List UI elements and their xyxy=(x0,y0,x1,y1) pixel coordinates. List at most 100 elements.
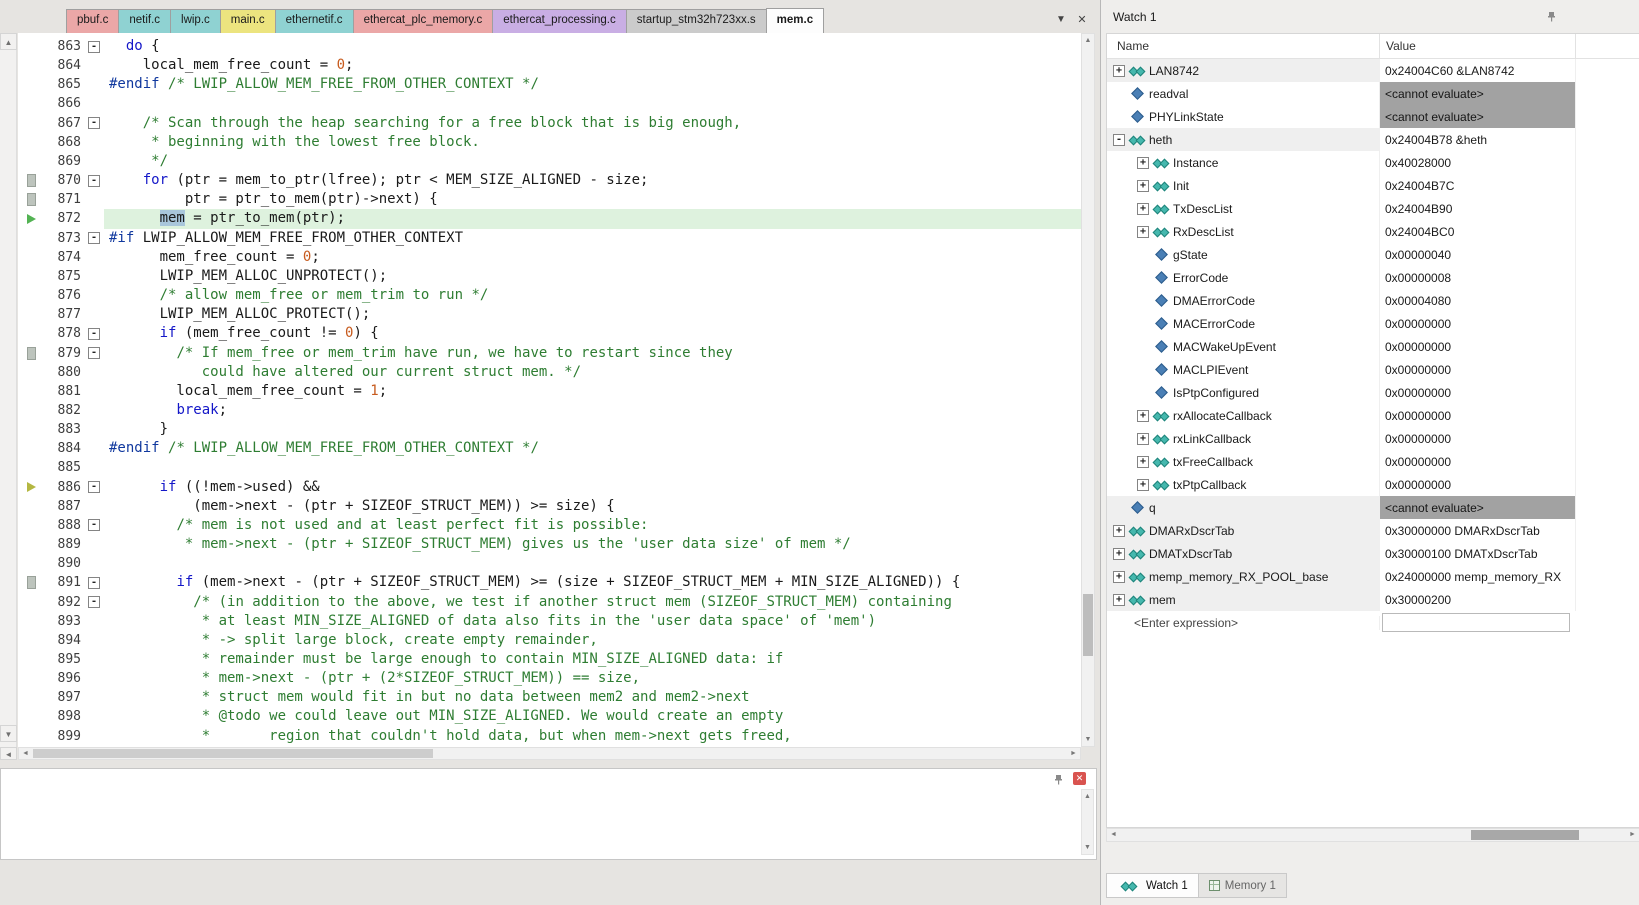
code-text[interactable]: * remainder must be large enough to cont… xyxy=(104,650,1081,669)
code-text[interactable]: * mem->next - (ptr + (2*SIZEOF_STRUCT_ME… xyxy=(104,669,1081,688)
watch-name-cell[interactable]: MACWakeUpEvent xyxy=(1107,335,1380,358)
watch-name-cell[interactable]: + RxDescList xyxy=(1107,220,1380,243)
fold-collapse-icon[interactable]: - xyxy=(88,596,100,609)
fold-collapse-icon[interactable]: - xyxy=(88,347,100,360)
watch-name-cell[interactable]: + Init xyxy=(1107,174,1380,197)
code-line-875[interactable]: 875 LWIP_MEM_ALLOC_UNPROTECT(); xyxy=(18,267,1081,286)
watch-value-cell[interactable]: <cannot evaluate> xyxy=(1380,82,1576,105)
watch-value-cell[interactable]: 0x30000100 DMATxDscrTab xyxy=(1380,542,1576,565)
watch-row-MACLPIEvent[interactable]: MACLPIEvent 0x00000000 xyxy=(1107,358,1639,381)
watch-name-cell[interactable]: q xyxy=(1107,496,1380,519)
code-line-895[interactable]: 895 * remainder must be large enough to … xyxy=(18,650,1081,669)
gutter-cell[interactable] xyxy=(18,94,44,113)
tab-netif-c[interactable]: netif.c xyxy=(118,9,172,33)
code-text[interactable]: LWIP_MEM_ALLOC_UNPROTECT(); xyxy=(104,267,1081,286)
code-text[interactable] xyxy=(104,554,1081,573)
gutter-cell[interactable] xyxy=(18,631,44,650)
expand-icon[interactable]: + xyxy=(1113,64,1125,77)
watch-row-mem[interactable]: + mem 0x30000200 xyxy=(1107,588,1639,611)
gutter-cell[interactable] xyxy=(18,382,44,401)
watch-row-LAN8742[interactable]: + LAN8742 0x24004C60 &LAN8742 xyxy=(1107,59,1639,82)
watch-row-Instance[interactable]: + Instance 0x40028000 xyxy=(1107,151,1639,174)
enter-expression-label[interactable]: <Enter expression> xyxy=(1107,615,1380,630)
scroll-down-icon[interactable]: ▼ xyxy=(1082,733,1094,746)
scroll-down-icon[interactable]: ▼ xyxy=(0,725,17,742)
horizontal-scroll-thumb[interactable] xyxy=(1471,830,1579,840)
scroll-left-icon[interactable]: ◄ xyxy=(0,747,17,760)
watch-row-RxDescList[interactable]: + RxDescList 0x24004BC0 xyxy=(1107,220,1639,243)
gutter-cell[interactable] xyxy=(18,420,44,439)
expand-icon[interactable]: + xyxy=(1113,593,1125,606)
scroll-right-icon[interactable]: ► xyxy=(1067,748,1080,759)
gutter-cell[interactable] xyxy=(18,573,44,592)
code-line-874[interactable]: 874 mem_free_count = 0; xyxy=(18,248,1081,267)
scroll-up-icon[interactable]: ▲ xyxy=(1082,790,1093,803)
watch-value-cell[interactable]: 0x30000200 xyxy=(1380,588,1576,611)
watch-row-DMAErrorCode[interactable]: DMAErrorCode 0x00004080 xyxy=(1107,289,1639,312)
gutter-cell[interactable] xyxy=(18,190,44,209)
watch-row-DMARxDscrTab[interactable]: + DMARxDscrTab 0x30000000 DMARxDscrTab xyxy=(1107,519,1639,542)
watch-value-cell[interactable]: 0x00000000 xyxy=(1380,358,1576,381)
gutter-cell[interactable] xyxy=(18,267,44,286)
watch-value-cell[interactable]: 0x00000000 xyxy=(1380,335,1576,358)
gutter-cell[interactable] xyxy=(18,114,44,133)
code-line-867[interactable]: 867- /* Scan through the heap searching … xyxy=(18,114,1081,133)
code-text[interactable]: #if LWIP_ALLOW_MEM_FREE_FROM_OTHER_CONTE… xyxy=(104,229,1081,248)
watch-value-cell[interactable]: 0x00000000 xyxy=(1380,312,1576,335)
code-text-current-line[interactable]: mem = ptr_to_mem(ptr); xyxy=(104,209,1081,229)
tab-pbuf-c[interactable]: pbuf.c xyxy=(66,9,120,33)
code-line-882[interactable]: 882 break; xyxy=(18,401,1081,420)
gutter-cell[interactable] xyxy=(18,458,44,477)
gutter-cell[interactable] xyxy=(18,344,44,363)
code-text[interactable]: /* (in addition to the above, we test if… xyxy=(104,593,1081,612)
code-line-873[interactable]: 873- #if LWIP_ALLOW_MEM_FREE_FROM_OTHER_C… xyxy=(18,229,1081,248)
gutter-cell[interactable] xyxy=(18,535,44,554)
watch-value-cell[interactable]: 0x40028000 xyxy=(1380,151,1576,174)
code-text[interactable]: * struct mem would fit in but no data be… xyxy=(104,688,1081,707)
code-line-866[interactable]: 866 xyxy=(18,94,1081,113)
expand-icon[interactable]: + xyxy=(1113,524,1125,537)
gutter-cell[interactable] xyxy=(18,401,44,420)
code-text[interactable]: /* Scan through the heap searching for a… xyxy=(104,114,1081,133)
code-text[interactable]: mem_free_count = 0; xyxy=(104,248,1081,267)
watch-name-cell[interactable]: + Instance xyxy=(1107,151,1380,174)
tab-mem-c[interactable]: mem.c xyxy=(765,8,825,33)
gutter-cell[interactable] xyxy=(18,593,44,612)
watch-value-cell[interactable]: 0x00000000 xyxy=(1380,450,1576,473)
watch-row-heth[interactable]: - heth 0x24004B78 &heth xyxy=(1107,128,1639,151)
code-text[interactable]: /* allow mem_free or mem_trim to run */ xyxy=(104,286,1081,305)
horizontal-scroll-thumb[interactable] xyxy=(33,749,433,758)
watch-name-cell[interactable]: + memp_memory_RX_POOL_base xyxy=(1107,565,1380,588)
expand-icon[interactable]: + xyxy=(1137,409,1149,422)
watch-value-cell[interactable]: 0x00000000 xyxy=(1380,381,1576,404)
code-text[interactable] xyxy=(104,458,1081,477)
watch-value-cell[interactable]: 0x00000008 xyxy=(1380,266,1576,289)
scroll-up-icon[interactable]: ▲ xyxy=(1082,34,1094,47)
code-text[interactable]: LWIP_MEM_ALLOC_PROTECT(); xyxy=(104,305,1081,324)
gutter-cell[interactable] xyxy=(18,305,44,324)
code-text[interactable]: } xyxy=(104,420,1081,439)
watch-column-name[interactable]: Name xyxy=(1107,34,1380,58)
code-text[interactable]: could have altered our current struct me… xyxy=(104,363,1081,382)
gutter-cell[interactable] xyxy=(18,324,44,343)
watch-row-txFreeCallback[interactable]: + txFreeCallback 0x00000000 xyxy=(1107,450,1639,473)
code-line-897[interactable]: 897 * struct mem would fit in but no dat… xyxy=(18,688,1081,707)
watch-row-q[interactable]: q <cannot evaluate> xyxy=(1107,496,1639,519)
watch-row-gState[interactable]: gState 0x00000040 xyxy=(1107,243,1639,266)
code-text[interactable]: * -> split large block, create empty rem… xyxy=(104,631,1081,650)
code-line-879[interactable]: 879- /* If mem_free or mem_trim have run… xyxy=(18,344,1081,363)
code-text[interactable]: if (mem->next - (ptr + SIZEOF_STRUCT_MEM… xyxy=(104,573,1081,592)
watch-row-DMATxDscrTab[interactable]: + DMATxDscrTab 0x30000100 DMATxDscrTab xyxy=(1107,542,1639,565)
watch-value-cell[interactable]: 0x24000000 memp_memory_RX xyxy=(1380,565,1576,588)
gutter-cell[interactable] xyxy=(18,363,44,382)
watch-value-cell[interactable]: 0x00000000 xyxy=(1380,404,1576,427)
watch-value-cell[interactable]: 0x30000000 DMARxDscrTab xyxy=(1380,519,1576,542)
code-text[interactable]: * @todo we could leave out MIN_SIZE_ALIG… xyxy=(104,707,1081,726)
code-line-889[interactable]: 889 * mem->next - (ptr + SIZEOF_STRUCT_M… xyxy=(18,535,1081,554)
expand-icon[interactable]: + xyxy=(1137,432,1149,445)
gutter-cell[interactable] xyxy=(18,248,44,267)
watch-column-value[interactable]: Value xyxy=(1380,34,1576,58)
code-text[interactable]: break; xyxy=(104,401,1081,420)
watch-name-cell[interactable]: ErrorCode xyxy=(1107,266,1380,289)
code-text[interactable]: /* If mem_free or mem_trim have run, we … xyxy=(104,344,1081,363)
